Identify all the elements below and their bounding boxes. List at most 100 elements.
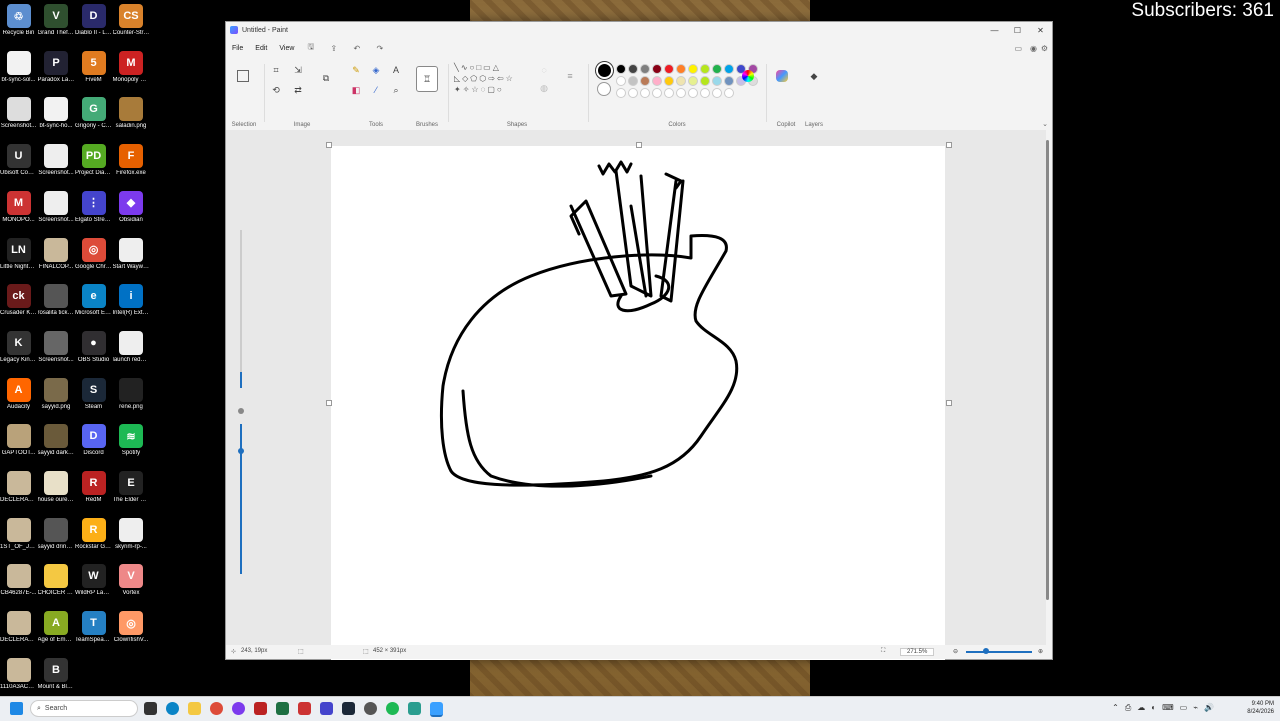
desktop-icon[interactable]: 5 FiveM [75, 50, 112, 84]
desktop-icon[interactable]: TTeamSpeak 3 Client [75, 611, 112, 644]
size-icon[interactable]: ≡ [564, 70, 576, 82]
color-picker-icon[interactable]: ⁄ [370, 84, 382, 96]
eraser-icon[interactable]: ◧ [350, 84, 362, 96]
desktop-icon[interactable]: 1ST_OF_JUL... [0, 517, 37, 551]
edge-icon[interactable] [166, 702, 179, 715]
outline-icon[interactable]: ◌ [538, 64, 550, 76]
brush-icon[interactable]: ♖ [416, 66, 438, 92]
color-swatch[interactable] [616, 76, 626, 86]
color-swatch[interactable] [640, 64, 650, 74]
image-select-icon[interactable]: ⧉ [320, 72, 332, 84]
share-icon[interactable]: ⇪ [329, 44, 338, 53]
task-view-icon[interactable] [144, 702, 157, 715]
color-swatch[interactable] [664, 64, 674, 74]
desktop-icon[interactable]: DECLERATI... [0, 471, 37, 504]
color-swatch[interactable] [700, 88, 710, 98]
desktop-icon[interactable]: ckCrusader Kings III [0, 284, 37, 317]
desktop-icon[interactable]: D Diablo II - Lord of D... [75, 4, 112, 37]
desktop-icon[interactable]: CHOICER VOICER [38, 564, 75, 597]
clock[interactable]: 9:40 PM 8/24/2026 [1247, 700, 1274, 716]
paint-taskbar-icon[interactable] [430, 702, 443, 717]
fit-screen-icon[interactable]: ⛶ [881, 648, 885, 655]
color-swatch[interactable] [712, 76, 722, 86]
desktop-icon[interactable]: Start Waywar... [113, 237, 150, 271]
file-explorer-icon[interactable] [188, 702, 201, 715]
desktop-icon[interactable]: V Vortex [113, 564, 150, 597]
desktop-icon[interactable]: skyrim-rp-... [113, 517, 150, 551]
maximize-button[interactable]: ☐ [1006, 22, 1029, 38]
desktop-icon[interactable]: rosalita ticket.png [38, 284, 75, 317]
zoom-in-icon[interactable]: ⊕ [1038, 648, 1043, 655]
desktop-icon[interactable]: ≋ Spotify [113, 424, 150, 457]
stream-deck-icon[interactable] [320, 702, 333, 715]
redo-icon[interactable]: ↷ [375, 44, 384, 53]
color-swatch[interactable] [652, 64, 662, 74]
text-icon[interactable]: A [390, 64, 402, 76]
desktop-icon[interactable]: ⋮Elgato Stream Deck [75, 190, 112, 224]
desktop-icon[interactable]: S Steam [75, 377, 112, 411]
fill-style-icon[interactable]: ◍ [538, 82, 550, 94]
save-icon[interactable]: 🖫 [306, 42, 315, 53]
app2-icon[interactable] [408, 702, 421, 715]
desktop-icon[interactable]: house oure.png [38, 471, 75, 504]
desktop-icon[interactable]: K Legacy Kindle [0, 330, 37, 364]
title-bar[interactable]: Untitled - Paint — ☐ ✕ [226, 22, 1052, 38]
zoom-level[interactable]: 271.5% [900, 648, 935, 656]
desktop-icon[interactable]: rene.png [113, 377, 150, 411]
system-tray-icons[interactable]: ⌃⎙☁◐⌨▭⌁🔊 [1112, 703, 1220, 713]
desktop-icon[interactable]: ◎Google Chrome [75, 237, 112, 271]
color-swatch[interactable] [700, 76, 710, 86]
desktop-icon[interactable]: A Audacity [0, 377, 37, 411]
color-swatch[interactable] [676, 64, 686, 74]
excel-icon[interactable] [276, 702, 289, 715]
desktop-icon[interactable]: PDProject Diablo 2 [75, 144, 112, 177]
desktop-icon[interactable]: GAPTOOT... [0, 424, 37, 457]
desktop-icon[interactable]: F Firefox.exe [113, 144, 150, 177]
account-icon[interactable]: ◉ [1030, 44, 1037, 53]
desktop-icon[interactable]: i Intel(R) Extre... [113, 284, 150, 317]
brush-size-slider[interactable] [238, 408, 244, 578]
desktop-icon[interactable]: Screenshot... [38, 330, 75, 364]
desktop-icon[interactable]: bt-sync-ho... [38, 97, 75, 130]
color-swatch[interactable] [688, 76, 698, 86]
selection-icon[interactable] [237, 70, 249, 82]
pencil-icon[interactable]: ✎ [350, 64, 362, 76]
comment-icon[interactable]: ▭ [1014, 44, 1022, 53]
desktop-icon[interactable]: UUbisoft Connect [0, 144, 37, 177]
desktop-icon[interactable]: ♲ Recycle Bin [0, 4, 37, 37]
drawing-canvas[interactable] [331, 146, 945, 660]
desktop-icon[interactable]: ◆ Obsidian [113, 190, 150, 224]
color-swatch[interactable] [724, 64, 734, 74]
desktop-icon[interactable]: M Monopoly Plus [113, 50, 150, 84]
color-swatch[interactable] [688, 88, 698, 98]
desktop-icon[interactable]: Screenshot... [38, 190, 75, 224]
zoom-out-icon[interactable]: ⊖ [953, 648, 958, 655]
close-button[interactable]: ✕ [1029, 22, 1052, 38]
zoom-slider[interactable] [966, 651, 1032, 653]
color-swatch[interactable] [688, 64, 698, 74]
desktop-icon[interactable]: DECLERATI... FINAL.png [0, 611, 37, 644]
search-box[interactable]: ⌕ Search [30, 700, 138, 717]
desktop-icon[interactable]: PParadox Launcher v2 [38, 50, 75, 84]
rotate-icon[interactable]: ⟲ [270, 84, 282, 96]
edit-colors-icon[interactable] [742, 70, 754, 82]
color-swatch[interactable] [616, 64, 626, 74]
flip-icon[interactable]: ⇄ [292, 84, 304, 96]
fill-icon[interactable]: ◈ [370, 64, 382, 76]
color-swatch[interactable] [712, 64, 722, 74]
app-icon[interactable] [364, 702, 377, 715]
color-swatch[interactable] [628, 88, 638, 98]
shapes-gallery-icon[interactable]: ╲∿○□▭△ ◺◇⬠⬡⇨⇦☆ ✦✧☆◌▢○ [454, 62, 532, 96]
resize-icon[interactable]: ⇲ [292, 64, 304, 76]
color-swatch[interactable] [652, 76, 662, 86]
desktop-icon[interactable]: e Microsoft Edge [75, 284, 112, 317]
desktop-icon[interactable]: AAge of Empires... [38, 611, 75, 644]
desktop-icon[interactable]: ● OBS Studio [75, 330, 112, 364]
menu-edit[interactable]: Edit [255, 45, 267, 52]
desktop-icon[interactable]: GGrigoriy - Chrome [75, 97, 112, 130]
layers-icon[interactable]: ◆ [808, 70, 820, 82]
desktop-icon[interactable]: LNLittle Nightmar... [0, 237, 37, 271]
color-swatch[interactable] [640, 88, 650, 98]
magnifier-icon[interactable]: ⌕ [390, 84, 402, 96]
start-icon[interactable] [10, 702, 23, 715]
